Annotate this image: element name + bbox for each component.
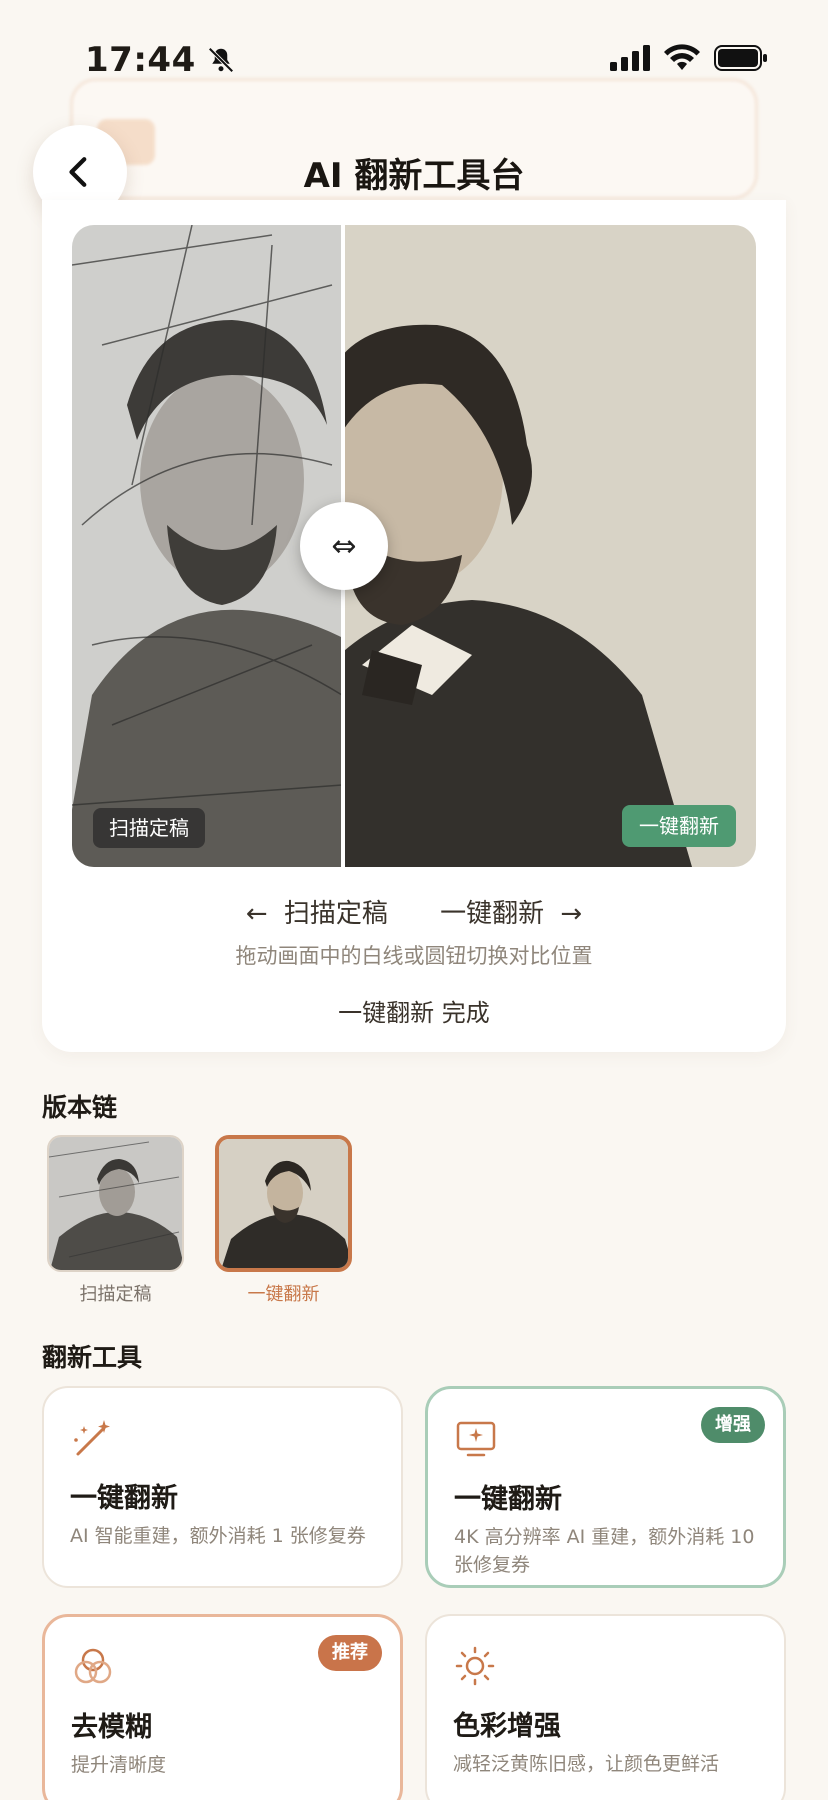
tool-title: 一键翻新 xyxy=(454,1484,562,1515)
version-label-restored: 一键翻新 xyxy=(247,1284,320,1305)
tool-description: 提升清晰度 xyxy=(71,1754,167,1776)
magic-wand-icon xyxy=(74,1420,110,1456)
circles-icon xyxy=(74,1648,112,1684)
status-time: 17:44 xyxy=(85,40,236,80)
status-indicators xyxy=(610,44,768,72)
tools-title: 翻新工具 xyxy=(42,1343,143,1372)
version-thumb-image xyxy=(219,1139,348,1268)
version-thumb-restored[interactable] xyxy=(215,1135,352,1272)
enhanced-badge: 增强 xyxy=(701,1407,765,1443)
sun-icon xyxy=(455,1646,495,1686)
battery-icon xyxy=(714,45,767,71)
tool-description: 减轻泛黄陈旧感，让颜色更鲜活 xyxy=(453,1753,720,1775)
tool-description: 4K 高分辨率 AI 重建，额外消耗 10 张修复券 xyxy=(454,1526,755,1576)
portrait-compare-image xyxy=(72,225,756,867)
recommended-badge: 推荐 xyxy=(318,1635,382,1671)
compare-direction-labels: ← 扫描定稿 一键翻新 → xyxy=(0,893,828,930)
tool-description: AI 智能重建，额外消耗 1 张修复券 xyxy=(70,1525,366,1547)
signal-icon xyxy=(610,45,650,71)
tool-title: 色彩增强 xyxy=(453,1711,561,1742)
before-after-compare[interactable]: ⇔ 扫描定稿 一键翻新 xyxy=(72,225,756,867)
compare-label-after: 一键翻新 → xyxy=(440,899,583,929)
tool-title: 去模糊 xyxy=(71,1712,152,1743)
left-right-arrow-icon: ⇔ xyxy=(331,528,357,564)
tool-card-4k-restore[interactable]: 增强 一键翻新 4K 高分辨率 AI 重建，额外消耗 10 张修复券 xyxy=(425,1386,786,1588)
clock-text: 17:44 xyxy=(85,40,196,80)
tool-card-quick-restore[interactable]: 一键翻新 AI 智能重建，额外消耗 1 张修复券 xyxy=(42,1386,403,1588)
monitor-sparkle-icon xyxy=(456,1421,496,1457)
after-tag: 一键翻新 xyxy=(622,805,736,847)
before-tag: 扫描定稿 xyxy=(93,808,205,848)
version-label-scanned: 扫描定稿 xyxy=(79,1284,152,1305)
tool-card-deblur[interactable]: 推荐 去模糊 提升清晰度 xyxy=(42,1614,403,1800)
tool-card-color-enhance[interactable]: 色彩增强 减轻泛黄陈旧感，让颜色更鲜活 xyxy=(425,1614,786,1800)
version-thumb-scanned[interactable] xyxy=(47,1135,184,1272)
compare-status: 一键翻新 完成 xyxy=(338,999,490,1027)
compare-hint: 拖动画面中的白线或圆钮切换对比位置 xyxy=(235,944,593,968)
bell-slash-icon xyxy=(208,47,234,73)
version-chain-title: 版本链 xyxy=(42,1093,118,1122)
version-thumb-image xyxy=(49,1137,182,1270)
page-title: AI 翻新工具台 xyxy=(303,156,525,196)
tool-title: 一键翻新 xyxy=(70,1483,178,1514)
compare-label-before: ← 扫描定稿 xyxy=(245,899,388,929)
compare-divider-handle[interactable]: ⇔ xyxy=(300,502,388,590)
wifi-icon xyxy=(664,44,700,70)
